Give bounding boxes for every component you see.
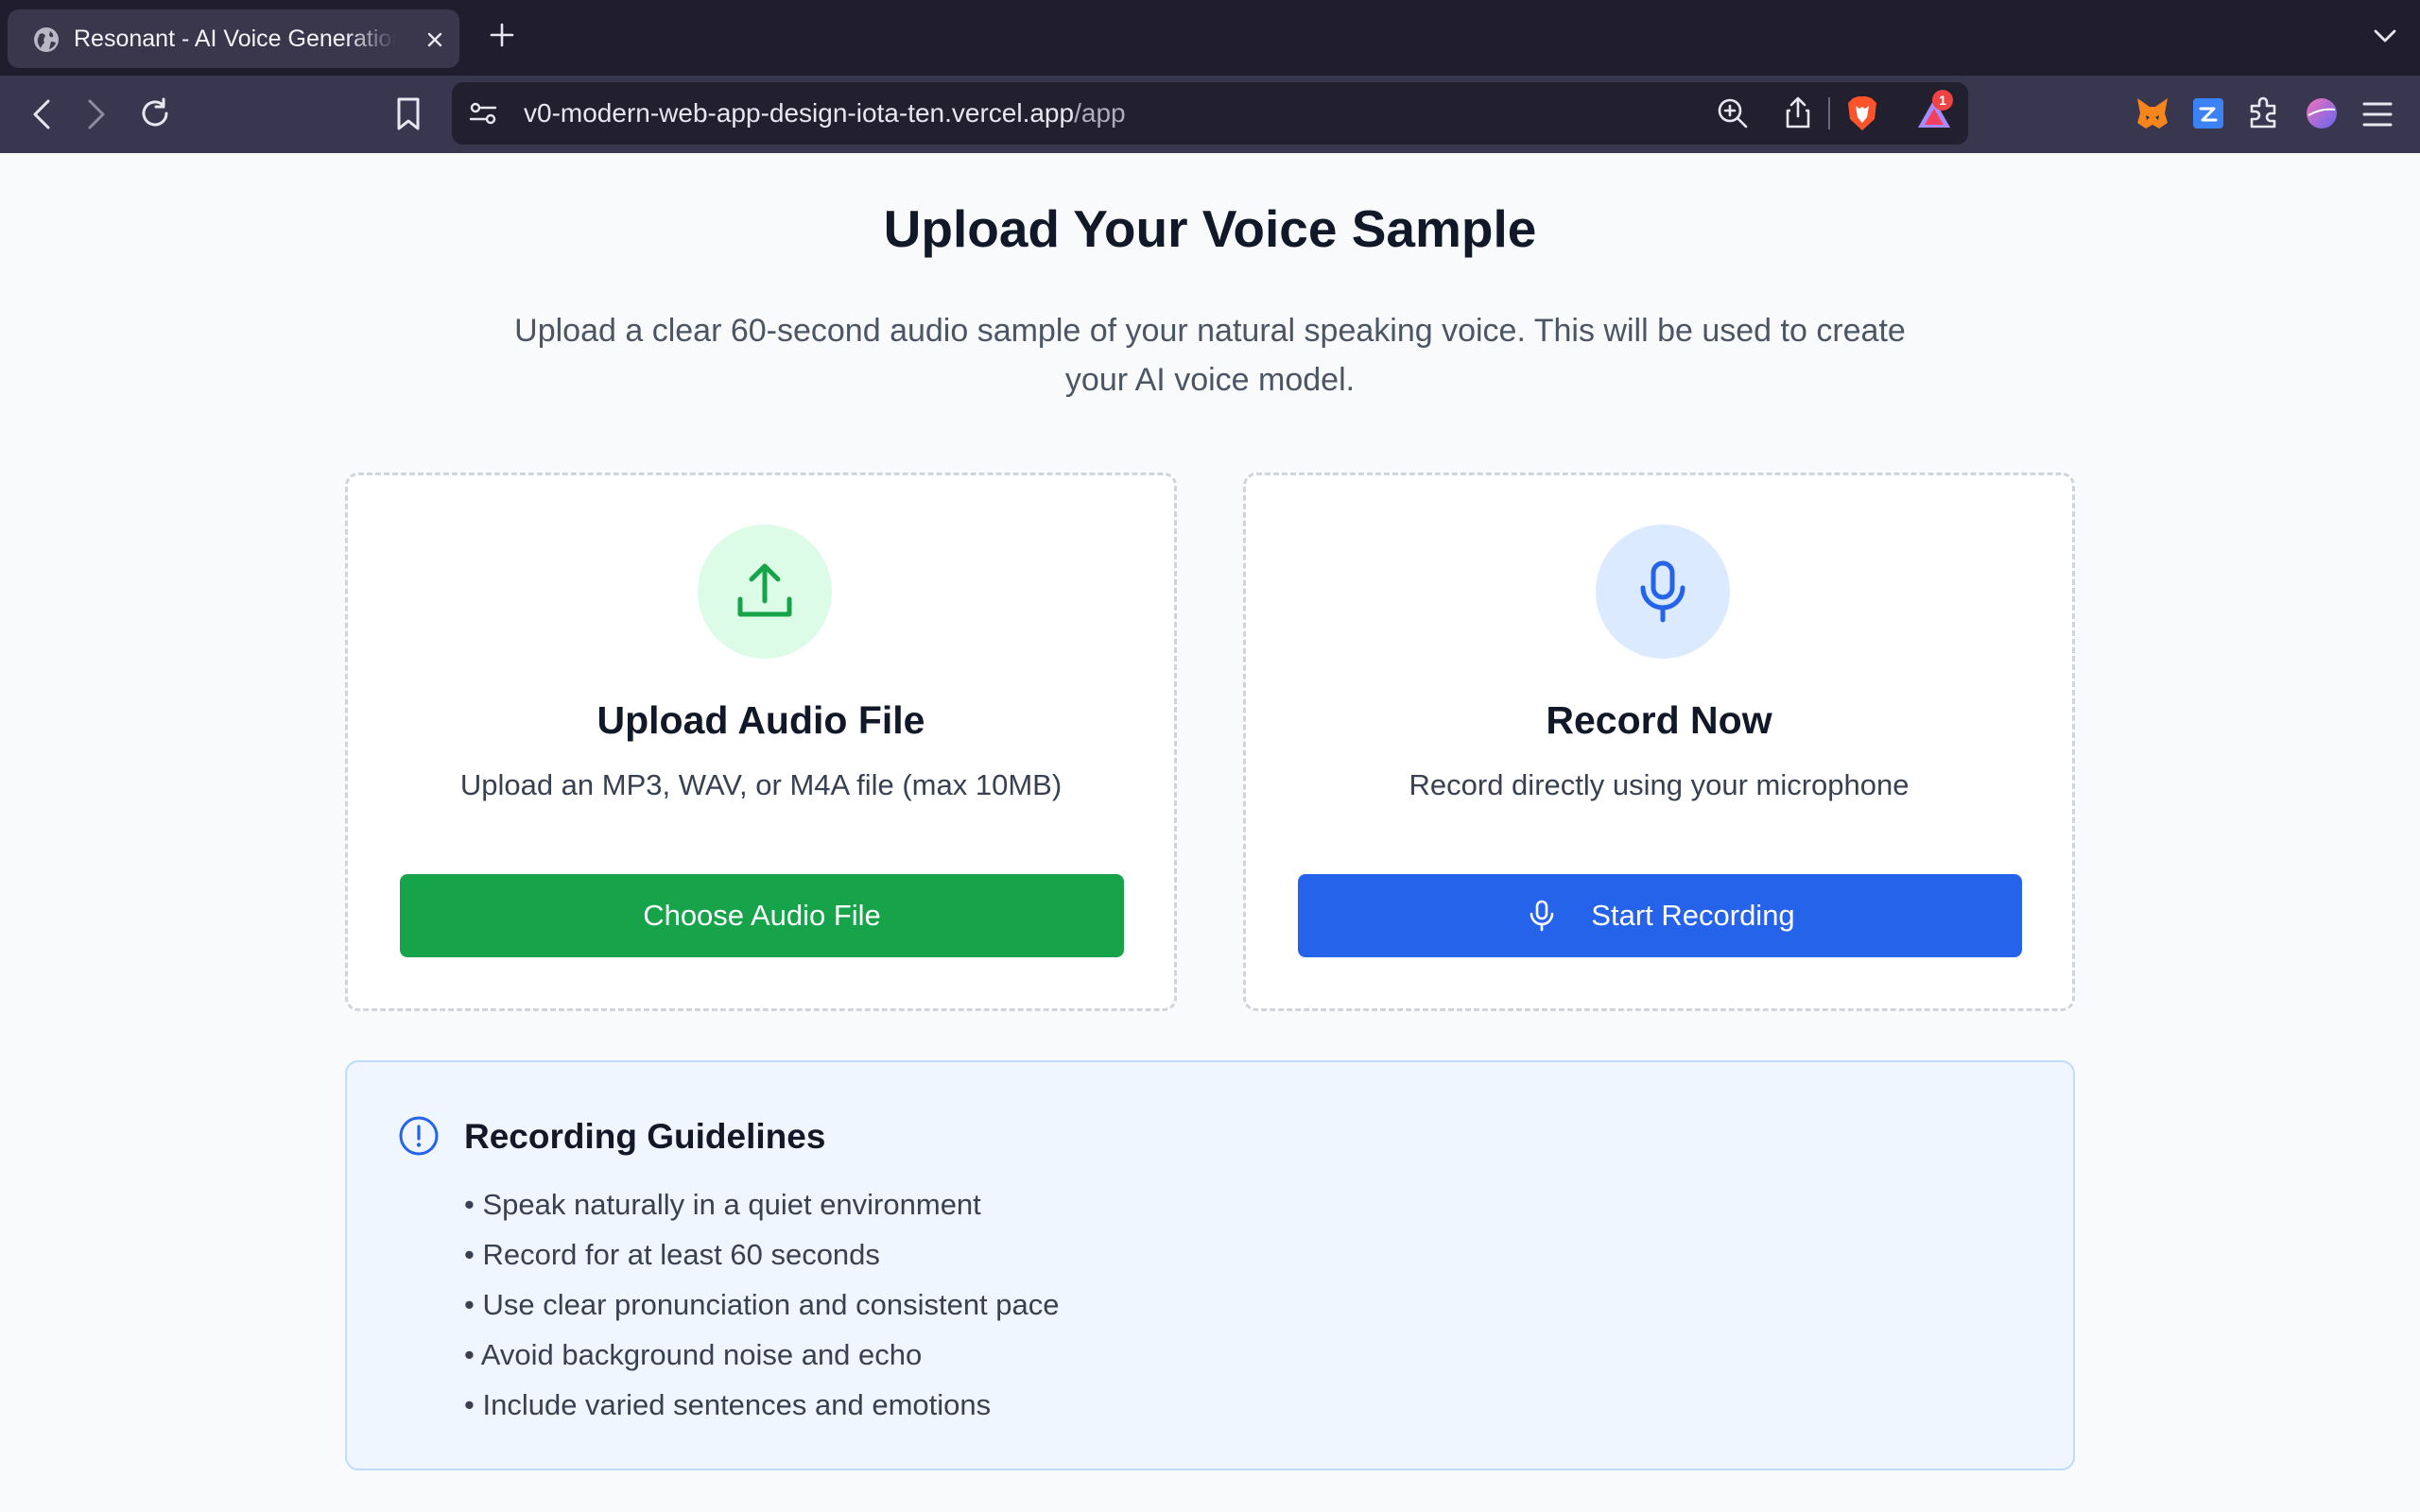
forward-icon[interactable] — [85, 98, 108, 130]
extension-blue-icon[interactable] — [2191, 96, 2225, 130]
close-tab-icon[interactable] — [427, 32, 442, 47]
upload-card-description: Upload an MP3, WAV, or M4A file (max 10M… — [459, 768, 1063, 801]
guideline-item: • Avoid background noise and echo — [464, 1338, 923, 1371]
address-bar[interactable]: v0-modern-web-app-design-iota-ten.vercel… — [452, 82, 1968, 145]
recording-guidelines-panel: Recording Guidelines • Speak naturally i… — [345, 1060, 2075, 1470]
url-path: /app — [1074, 98, 1126, 128]
chevron-down-icon[interactable] — [2373, 27, 2397, 44]
guidelines-title: Recording Guidelines — [464, 1117, 826, 1156]
page-content: Upload Your Voice Sample Upload a clear … — [0, 153, 2420, 1512]
share-icon[interactable] — [1785, 95, 1811, 129]
page-subtitle: Upload a clear 60-second audio sample of… — [514, 313, 1906, 398]
start-recording-label: Start Recording — [1591, 899, 1795, 932]
site-settings-icon[interactable] — [469, 101, 497, 126]
extensions-puzzle-icon[interactable] — [2246, 94, 2282, 130]
info-alert-icon — [399, 1116, 439, 1156]
bookmark-icon[interactable] — [395, 96, 422, 132]
record-card-description: Record directly using your microphone — [1409, 768, 1910, 801]
guidelines-list: • Speak naturally in a quiet environment… — [464, 1179, 1060, 1430]
browser-tab[interactable]: Resonant - AI Voice Generation — [8, 9, 459, 68]
metamask-icon[interactable] — [2135, 96, 2170, 130]
start-recording-button[interactable]: Start Recording — [1298, 874, 2022, 957]
back-icon[interactable] — [30, 98, 53, 130]
menu-icon[interactable] — [2361, 100, 2394, 129]
url-host: v0-modern-web-app-design-iota-ten.vercel… — [524, 98, 1075, 128]
browser-toolbar: v0-modern-web-app-design-iota-ten.vercel… — [0, 76, 2420, 153]
profile-avatar-icon[interactable] — [2305, 96, 2339, 130]
upload-card-title: Upload Audio File — [596, 698, 925, 742]
record-now-card: Record Now Record directly using your mi… — [1243, 472, 2075, 1011]
upload-icon — [737, 563, 792, 617]
url-text[interactable]: v0-modern-web-app-design-iota-ten.vercel… — [524, 82, 1126, 145]
guideline-item: • Record for at least 60 seconds — [464, 1238, 880, 1271]
guideline-item: • Use clear pronunciation and consistent… — [464, 1288, 1060, 1321]
browser-tab-bar: Resonant - AI Voice Generation — [0, 0, 2420, 76]
choose-audio-file-button[interactable]: Choose Audio File — [400, 874, 1124, 957]
brave-shields-icon[interactable] — [1845, 94, 1879, 132]
toolbar-divider — [1828, 97, 1830, 129]
upload-audio-card: Upload Audio File Upload an MP3, WAV, or… — [345, 472, 1177, 1011]
microphone-icon — [1640, 560, 1685, 623]
new-tab-icon[interactable] — [490, 23, 514, 47]
tab-title: Resonant - AI Voice Generation — [74, 26, 395, 52]
record-card-title: Record Now — [1546, 698, 1772, 742]
zoom-icon[interactable] — [1717, 97, 1749, 129]
reload-icon[interactable] — [138, 96, 172, 130]
choose-audio-file-label: Choose Audio File — [643, 899, 881, 932]
globe-icon — [34, 27, 59, 52]
microphone-icon-circle — [1596, 524, 1730, 659]
guideline-item: • Include varied sentences and emotions — [464, 1388, 992, 1421]
notification-badge: 1 — [1932, 90, 1953, 111]
upload-icon-circle — [698, 524, 832, 659]
guideline-item: • Speak naturally in a quiet environment — [464, 1188, 981, 1221]
page-title: Upload Your Voice Sample — [883, 199, 1537, 258]
microphone-icon — [1530, 900, 1554, 932]
